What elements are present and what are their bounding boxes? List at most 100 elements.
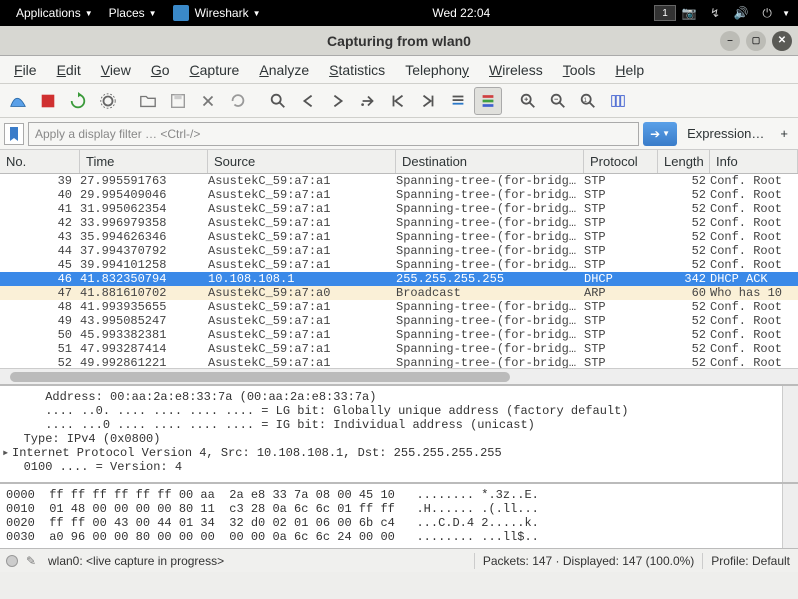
hex-line[interactable]: 0030 a0 96 00 00 80 00 00 00 00 00 0a 6c…: [6, 530, 792, 544]
column-header-time[interactable]: Time: [80, 150, 208, 173]
gear-icon: [99, 92, 117, 110]
capture-options-button[interactable]: [94, 87, 122, 115]
chevron-down-icon: ▼: [149, 9, 157, 18]
packet-row[interactable]: 4233.996979358AsustekC_59:a7:a1Spanning-…: [0, 216, 798, 230]
column-header-no[interactable]: No.: [0, 150, 80, 173]
workspace-indicator[interactable]: 1: [654, 5, 676, 21]
restart-capture-button[interactable]: [64, 87, 92, 115]
close-file-button[interactable]: [194, 87, 222, 115]
go-forward-button[interactable]: [324, 87, 352, 115]
active-app-menu[interactable]: Wireshark ▼: [165, 0, 269, 26]
minimize-button[interactable]: [720, 31, 740, 51]
packet-row[interactable]: 3927.995591763AsustekC_59:a7:a1Spanning-…: [0, 174, 798, 188]
filter-bookmark-button[interactable]: [4, 123, 24, 145]
maximize-button[interactable]: [746, 31, 766, 51]
go-to-packet-button[interactable]: [354, 87, 382, 115]
detail-line[interactable]: Address: 00:aa:2a:e8:33:7a (00:aa:2a:e8:…: [2, 390, 796, 404]
menu-wireless[interactable]: Wireless: [479, 58, 553, 82]
column-header-protocol[interactable]: Protocol: [584, 150, 658, 173]
packet-row[interactable]: 4641.83235079410.108.108.1255.255.255.25…: [0, 272, 798, 286]
menu-file[interactable]: File: [4, 58, 47, 82]
first-icon: [389, 92, 407, 110]
volume-indicator-icon[interactable]: 🔊: [732, 6, 750, 20]
status-profile[interactable]: Profile: Default: [703, 554, 798, 568]
detail-line[interactable]: 0100 .... = Version: 4: [2, 460, 796, 474]
packet-row[interactable]: 4943.995085247AsustekC_59:a7:a1Spanning-…: [0, 314, 798, 328]
bookmark-icon: [9, 127, 19, 141]
zoom-in-button[interactable]: [514, 87, 542, 115]
vertical-scrollbar[interactable]: [782, 386, 798, 482]
reload-file-button[interactable]: [224, 87, 252, 115]
menu-tools[interactable]: Tools: [553, 58, 606, 82]
hex-line[interactable]: 0020 ff ff 00 43 00 44 01 34 32 d0 02 01…: [6, 516, 792, 530]
save-icon: [169, 92, 187, 110]
menubar: File Edit View Go Capture Analyze Statis…: [0, 56, 798, 84]
arrow-right-icon: ➔: [650, 127, 660, 141]
svg-text:1: 1: [584, 96, 588, 103]
menu-capture[interactable]: Capture: [180, 58, 250, 82]
toolbar: 1: [0, 84, 798, 118]
packet-row[interactable]: 4539.994101258AsustekC_59:a7:a1Spanning-…: [0, 258, 798, 272]
close-button[interactable]: [772, 31, 792, 51]
detail-line-expandable[interactable]: ▸Internet Protocol Version 4, Src: 10.10…: [2, 446, 796, 460]
auto-scroll-button[interactable]: [444, 87, 472, 115]
go-to-last-button[interactable]: [414, 87, 442, 115]
vertical-scrollbar[interactable]: [782, 484, 798, 548]
packet-bytes-pane[interactable]: 0000 ff ff ff ff ff ff 00 aa 2a e8 33 7a…: [0, 482, 798, 548]
packet-row[interactable]: 4131.995062354AsustekC_59:a7:a1Spanning-…: [0, 202, 798, 216]
detail-line[interactable]: .... ..0. .... .... .... .... = LG bit: …: [2, 404, 796, 418]
zoom-reset-icon: 1: [579, 92, 597, 110]
add-filter-button[interactable]: +: [774, 122, 794, 145]
capture-status-led-icon: [6, 555, 18, 567]
packet-row[interactable]: 4437.994370792AsustekC_59:a7:a1Spanning-…: [0, 244, 798, 258]
colorize-button[interactable]: [474, 87, 502, 115]
zoom-reset-button[interactable]: 1: [574, 87, 602, 115]
packet-row[interactable]: 4841.993935655AsustekC_59:a7:a1Spanning-…: [0, 300, 798, 314]
menu-view[interactable]: View: [91, 58, 141, 82]
resize-columns-button[interactable]: [604, 87, 632, 115]
zoom-out-button[interactable]: [544, 87, 572, 115]
network-indicator-icon[interactable]: ↯: [706, 6, 724, 20]
menu-analyze[interactable]: Analyze: [249, 58, 319, 82]
packet-row[interactable]: 4335.994626346AsustekC_59:a7:a1Spanning-…: [0, 230, 798, 244]
menu-statistics[interactable]: Statistics: [319, 58, 395, 82]
applications-menu[interactable]: Applications ▼: [8, 0, 101, 26]
detail-line[interactable]: .... ...0 .... .... .... .... = IG bit: …: [2, 418, 796, 432]
power-indicator-icon[interactable]: ⏻: [758, 6, 776, 21]
go-to-first-button[interactable]: [384, 87, 412, 115]
packet-list[interactable]: 3927.995591763AsustekC_59:a7:a1Spanning-…: [0, 174, 798, 384]
go-back-button[interactable]: [294, 87, 322, 115]
packet-details-pane[interactable]: Address: 00:aa:2a:e8:33:7a (00:aa:2a:e8:…: [0, 384, 798, 482]
hex-line[interactable]: 0000 ff ff ff ff ff ff 00 aa 2a e8 33 7a…: [6, 488, 792, 502]
packet-row[interactable]: 5045.993382381AsustekC_59:a7:a1Spanning-…: [0, 328, 798, 342]
packet-row[interactable]: 4741.881610702AsustekC_59:a7:a0Broadcast…: [0, 286, 798, 300]
packet-row[interactable]: 5147.993287414AsustekC_59:a7:a1Spanning-…: [0, 342, 798, 356]
expand-arrow-icon[interactable]: ▸: [2, 446, 12, 460]
expert-info-icon[interactable]: ✎: [26, 554, 40, 568]
column-header-source[interactable]: Source: [208, 150, 396, 173]
column-header-destination[interactable]: Destination: [396, 150, 584, 173]
display-filter-input[interactable]: Apply a display filter … <Ctrl-/>: [28, 122, 639, 146]
status-bar: ✎ wlan0: <live capture in progress> Pack…: [0, 548, 798, 572]
filter-bar: Apply a display filter … <Ctrl-/> ➔▼ Exp…: [0, 118, 798, 150]
camera-indicator-icon[interactable]: 📷: [680, 6, 698, 20]
filter-apply-button[interactable]: ➔▼: [643, 122, 677, 146]
save-file-button[interactable]: [164, 87, 192, 115]
find-packet-button[interactable]: [264, 87, 292, 115]
menu-help[interactable]: Help: [605, 58, 654, 82]
places-menu[interactable]: Places ▼: [101, 0, 165, 26]
hex-line[interactable]: 0010 01 48 00 00 00 00 80 11 c3 28 0a 6c…: [6, 502, 792, 516]
menu-edit[interactable]: Edit: [47, 58, 91, 82]
packet-row[interactable]: 4029.995409046AsustekC_59:a7:a1Spanning-…: [0, 188, 798, 202]
menu-go[interactable]: Go: [141, 58, 180, 82]
stop-capture-button[interactable]: [34, 87, 62, 115]
column-header-length[interactable]: Length: [658, 150, 710, 173]
menu-telephony[interactable]: Telephony: [395, 58, 479, 82]
horizontal-scrollbar[interactable]: [0, 368, 798, 384]
start-capture-button[interactable]: [4, 87, 32, 115]
clock[interactable]: Wed 22:04: [424, 0, 498, 26]
open-file-button[interactable]: [134, 87, 162, 115]
column-header-info[interactable]: Info: [710, 150, 798, 173]
detail-line[interactable]: Type: IPv4 (0x0800): [2, 432, 796, 446]
expression-button[interactable]: Expression…: [681, 122, 770, 145]
